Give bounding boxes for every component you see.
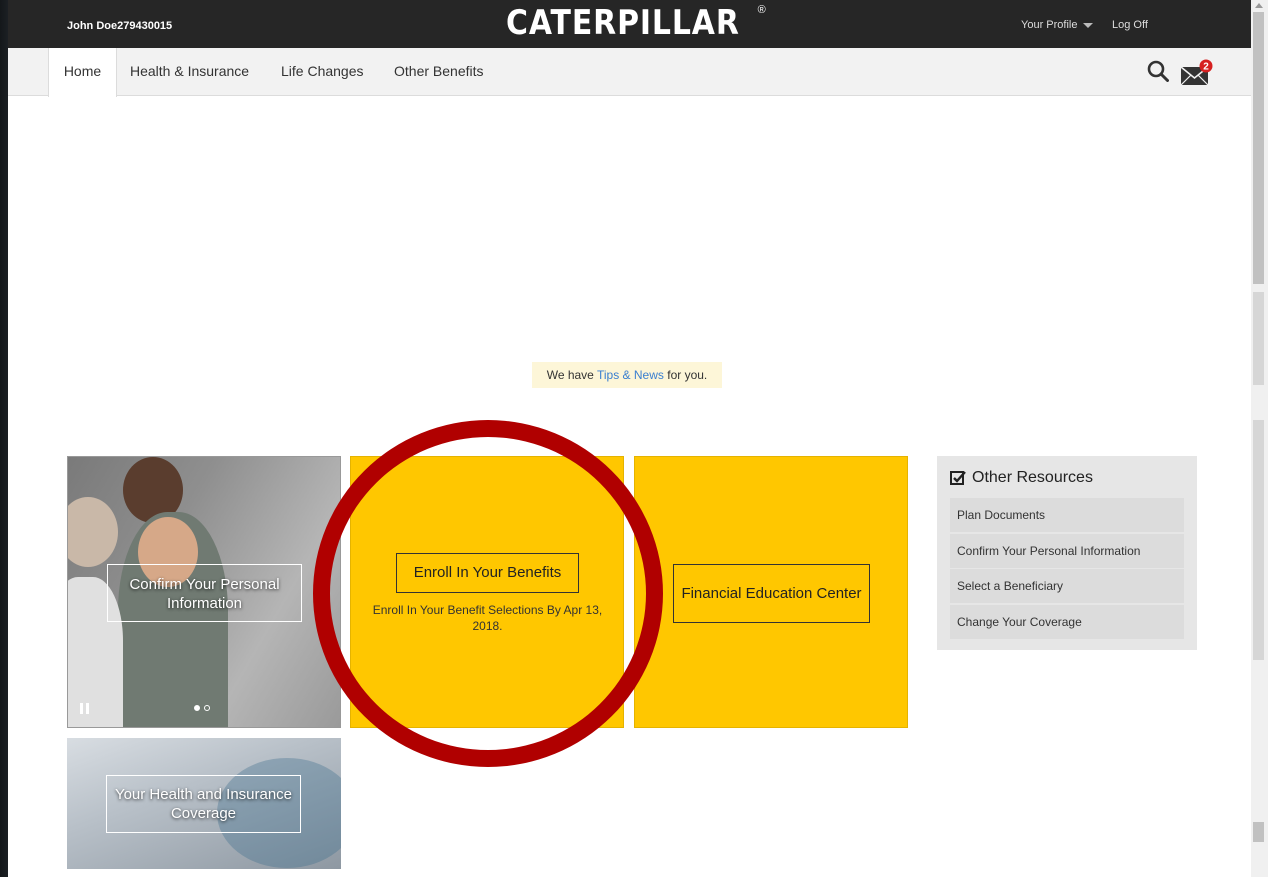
other-resources-title: Other Resources — [972, 469, 1093, 486]
tab-health-insurance-label: Health & Insurance — [130, 63, 250, 79]
log-off-link[interactable]: Log Off — [1112, 19, 1148, 31]
your-profile-menu[interactable]: Your Profile — [1021, 19, 1094, 31]
mail-badge-count: 2 — [1203, 62, 1209, 73]
checkbox-checked-icon — [950, 471, 966, 485]
browser-page: John Doe279430015 CATERPILLAR ® Your Pro… — [8, 0, 1251, 877]
confirm-personal-info-label[interactable]: Confirm Your Personal Information — [107, 564, 302, 622]
other-resources-header: Other Resources — [950, 469, 1093, 487]
resource-change-coverage[interactable]: Change Your Coverage — [950, 605, 1184, 639]
scrollbar-track-segment — [1253, 822, 1264, 842]
scrollbar-track-segment — [1253, 292, 1264, 385]
mail-icon[interactable]: 2 — [1180, 59, 1214, 87]
tab-home-label: Home — [63, 63, 102, 79]
main-nav: Home Health & Insurance Life Changes Oth… — [8, 48, 1251, 97]
carousel-dot-active[interactable] — [194, 705, 200, 711]
chevron-down-icon — [1083, 22, 1094, 28]
user-name: John Doe279430015 — [67, 20, 173, 32]
logo-text: CATERPILLAR — [506, 3, 740, 43]
tab-other-benefits[interactable]: Other Benefits — [394, 48, 484, 96]
scrollbar-thumb[interactable] — [1253, 12, 1264, 284]
tips-news-link[interactable]: Tips & News — [597, 368, 664, 382]
tab-life-changes-label: Life Changes — [281, 63, 364, 79]
other-resources-panel: Other Resources Plan Documents Confirm Y… — [937, 456, 1197, 650]
resource-select-beneficiary[interactable]: Select a Beneficiary — [950, 569, 1184, 603]
carousel-dots — [194, 705, 210, 711]
scroll-up-arrow-icon[interactable] — [1255, 3, 1263, 8]
tips-prefix: We have — [546, 368, 594, 382]
tips-banner: We have Tips & News for you. — [532, 362, 722, 388]
tab-life-changes[interactable]: Life Changes — [281, 48, 364, 96]
tab-health-insurance[interactable]: Health & Insurance — [130, 48, 249, 96]
your-profile-label: Your Profile — [1021, 19, 1078, 31]
tab-other-benefits-label: Other Benefits — [394, 63, 484, 79]
enroll-benefits-button[interactable]: Enroll In Your Benefits — [396, 553, 579, 593]
financial-education-tile[interactable]: Financial Education Center — [634, 456, 908, 728]
tips-suffix: for you. — [667, 368, 708, 382]
financial-education-label: Financial Education Center — [681, 585, 862, 602]
scrollbar-track-segment — [1253, 420, 1264, 660]
carousel-dot[interactable] — [204, 705, 210, 711]
caterpillar-logo[interactable]: CATERPILLAR ® — [506, 2, 766, 46]
tab-home[interactable]: Home — [48, 48, 117, 97]
financial-education-button[interactable]: Financial Education Center — [673, 564, 870, 623]
enroll-deadline-text: Enroll In Your Benefit Selections By Apr… — [372, 603, 603, 633]
logo-registered-mark: ® — [757, 4, 766, 16]
pause-icon[interactable] — [80, 703, 89, 714]
search-icon[interactable] — [1147, 60, 1169, 82]
top-bar: John Doe279430015 CATERPILLAR ® Your Pro… — [8, 0, 1251, 48]
enroll-tile: Enroll In Your Benefits Enroll In Your B… — [350, 456, 624, 728]
vertical-scrollbar[interactable] — [1251, 0, 1268, 877]
resource-plan-documents[interactable]: Plan Documents — [950, 498, 1184, 532]
carousel-tile[interactable]: Confirm Your Personal Information — [67, 456, 341, 728]
resource-confirm-personal-info[interactable]: Confirm Your Personal Information — [950, 534, 1184, 568]
health-coverage-label[interactable]: Your Health and Insurance Coverage — [106, 775, 301, 833]
photo-person — [68, 497, 118, 567]
health-insurance-tile[interactable]: Your Health and Insurance Coverage — [67, 738, 341, 869]
